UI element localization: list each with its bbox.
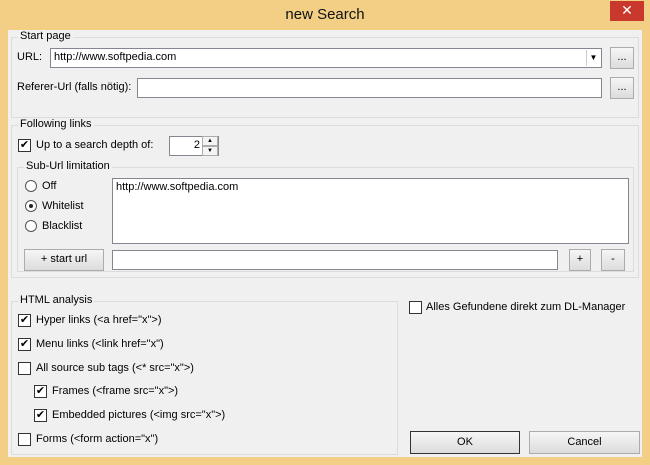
frames-checkbox[interactable]: ✔ <box>34 385 47 398</box>
new-url-input[interactable] <box>112 250 558 270</box>
radio-blacklist-label: Blacklist <box>42 220 83 232</box>
following-links-group: Following links ✔ Up to a search depth o… <box>11 118 639 278</box>
menu-links-label: Menu links (<link href="x") <box>36 338 164 350</box>
url-list-box[interactable]: http://www.softpedia.com <box>112 178 629 244</box>
referer-input[interactable] <box>137 78 602 98</box>
forms-label: Forms (<form action="x") <box>36 433 159 445</box>
radio-whitelist-label: Whitelist <box>42 200 84 212</box>
url-value: http://www.softpedia.com <box>54 51 177 63</box>
dialog-window: new Search ✕ Start page URL: http://www.… <box>0 0 650 465</box>
following-links-legend: Following links <box>18 118 94 130</box>
start-url-button[interactable]: + start url <box>24 249 104 271</box>
depth-value: 2 <box>193 139 200 151</box>
url-label: URL: <box>17 51 43 63</box>
dropdown-arrow-icon[interactable]: ▼ <box>586 50 600 66</box>
embedded-pictures-label: Embedded pictures (<img src="x">) <box>52 409 226 421</box>
forms-checkbox[interactable] <box>18 433 31 446</box>
all-source-label: All source sub tags (<* src="x">) <box>36 362 194 374</box>
depth-label: Up to a search depth of: <box>36 139 154 151</box>
radio-selected-dot <box>29 204 33 208</box>
all-source-checkbox[interactable] <box>18 362 31 375</box>
add-url-button[interactable]: + <box>569 249 591 271</box>
sub-url-legend: Sub-Url limitation <box>24 160 112 172</box>
ok-label: OK <box>457 436 473 448</box>
embedded-pictures-checkbox[interactable]: ✔ <box>34 409 47 422</box>
radio-off[interactable] <box>25 180 37 192</box>
sub-url-group: Sub-Url limitation Off Whitelist Blackli… <box>17 160 634 272</box>
html-analysis-legend: HTML analysis <box>18 294 95 306</box>
start-page-legend: Start page <box>18 30 73 42</box>
start-page-group: Start page URL: http://www.softpedia.com… <box>11 30 639 118</box>
title-bar: new Search ✕ <box>0 0 650 30</box>
html-analysis-group: HTML analysis ✔ Hyper links (<a href="x"… <box>11 294 398 455</box>
radio-blacklist[interactable] <box>25 220 37 232</box>
ok-button[interactable]: OK <box>410 431 520 454</box>
depth-checkbox[interactable]: ✔ <box>18 139 31 152</box>
url-browse-button[interactable]: ... <box>610 47 634 69</box>
radio-whitelist[interactable] <box>25 200 37 212</box>
cancel-button[interactable]: Cancel <box>529 431 640 454</box>
dl-manager-label: Alles Gefundene direkt zum DL-Manager <box>426 301 626 313</box>
dialog-body: Start page URL: http://www.softpedia.com… <box>8 30 642 457</box>
hyper-links-checkbox[interactable]: ✔ <box>18 314 31 327</box>
depth-up-icon[interactable]: ▲ <box>202 136 218 146</box>
list-item[interactable]: http://www.softpedia.com <box>116 181 625 193</box>
frames-label: Frames (<frame src="x">) <box>52 385 179 397</box>
url-combobox[interactable]: http://www.softpedia.com ▼ <box>50 48 602 68</box>
hyper-links-label: Hyper links (<a href="x">) <box>36 314 162 326</box>
radio-off-label: Off <box>42 180 57 192</box>
window-title: new Search <box>285 6 365 23</box>
referer-browse-button[interactable]: ... <box>610 77 634 99</box>
depth-down-icon[interactable]: ▼ <box>202 146 218 156</box>
dl-manager-checkbox[interactable] <box>409 301 422 314</box>
menu-links-checkbox[interactable]: ✔ <box>18 338 31 351</box>
referer-label: Referer-Url (falls nötig): <box>17 81 132 93</box>
remove-url-button[interactable]: - <box>601 249 625 271</box>
close-button[interactable]: ✕ <box>610 1 644 21</box>
